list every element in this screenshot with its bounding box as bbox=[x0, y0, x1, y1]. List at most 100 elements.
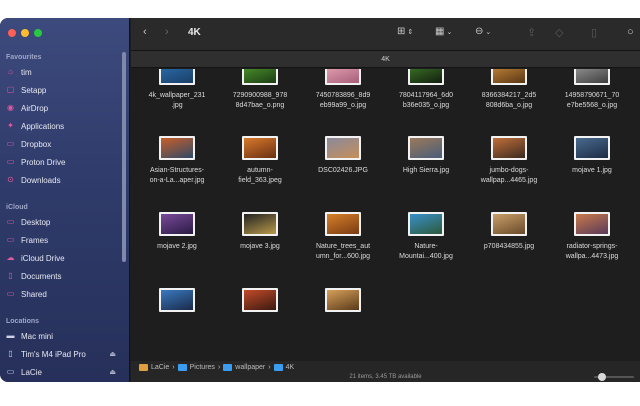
favourites-heading: Favourites bbox=[6, 54, 42, 61]
sidebar-item-icloud-drive[interactable]: ☁ iCloud Drive bbox=[6, 250, 124, 266]
file-item[interactable]: autumn- field_363.jpeg bbox=[224, 136, 296, 186]
drive-icon bbox=[139, 363, 148, 371]
sidebar-item-desktop[interactable]: ▭ Desktop bbox=[6, 214, 124, 230]
file-name: mojave 2.jpg bbox=[157, 243, 197, 250]
action-button[interactable]: ⊖ ⌄ bbox=[475, 26, 491, 37]
sidebar-item-downloads[interactable]: ⊙ Downloads bbox=[6, 172, 124, 188]
sidebar-item-documents[interactable]: ▯ Documents bbox=[6, 268, 124, 284]
document-icon: ▯ bbox=[8, 271, 13, 280]
file-thumbnail bbox=[159, 288, 195, 312]
file-item[interactable]: mojave 2.jpg bbox=[141, 212, 213, 252]
file-item[interactable]: High Sierra.jpg bbox=[390, 136, 462, 176]
sidebar-item-applications[interactable]: ✦ Applications bbox=[6, 118, 124, 134]
file-grid: 4k_wallpaper_231 .jpg 7290900988_978 8d47… bbox=[131, 69, 640, 361]
file-item[interactable]: radiator-springs- wallpa...4473.jpg bbox=[556, 212, 628, 262]
sidebar-item-tim[interactable]: ⌂ tim bbox=[6, 64, 124, 80]
file-item[interactable]: DSC02426.JPG bbox=[307, 136, 379, 176]
file-item[interactable]: 7290900988_978 8d47bae_o.png bbox=[224, 69, 296, 111]
path-segment[interactable]: Pictures bbox=[190, 364, 215, 371]
sidebar-item-lacie[interactable]: ▭ LaCie ⏏ bbox=[6, 364, 124, 380]
file-name: p708434855.jpg bbox=[483, 243, 535, 250]
path-segment[interactable]: LaCie bbox=[151, 364, 169, 371]
file-thumbnail bbox=[325, 69, 361, 85]
sidebar-item-airdrop[interactable]: ◉ AirDrop bbox=[6, 100, 124, 116]
file-item[interactable]: 14958790671_70 e7be5568_o.jpg bbox=[556, 69, 628, 111]
sidebar-item-mac-mini[interactable]: ▬ Mac mini bbox=[6, 328, 124, 344]
file-name: Nature- Mountai...400.jpg bbox=[399, 243, 453, 260]
chevron-right-icon: › bbox=[172, 363, 175, 371]
sidebar-item-dropbox[interactable]: ▭ Dropbox bbox=[6, 136, 124, 152]
file-thumbnail bbox=[242, 69, 278, 85]
desktop-icon: ▭ bbox=[6, 217, 15, 226]
path-bar: LaCie › Pictures › wallpaper › 4K bbox=[131, 361, 640, 373]
file-item[interactable]: 7450783896_8d9 eb99a99_o.jpg bbox=[307, 69, 379, 111]
file-item[interactable]: 8366384217_2d5 808d6ba_o.jpg bbox=[473, 69, 545, 111]
file-name: autumn- field_363.jpeg bbox=[238, 167, 282, 184]
file-name: Asian-Structures- on-a-La...aper.jpg bbox=[149, 167, 205, 184]
sidebar-item-label: tim bbox=[21, 67, 32, 77]
file-name: mojave 1.jpg bbox=[572, 167, 612, 174]
file-item[interactable] bbox=[141, 288, 213, 318]
sidebar-item-label: Tim's M4 iPad Pro bbox=[21, 349, 86, 359]
folder-icon: ▭ bbox=[6, 157, 15, 166]
view-mode-button[interactable]: ⊞ ⇕ bbox=[397, 26, 413, 37]
file-item[interactable]: mojave 1.jpg bbox=[556, 136, 628, 176]
sidebar-item-setapp[interactable]: ▢ Setapp bbox=[6, 82, 124, 98]
file-item[interactable]: p708434855.jpg bbox=[473, 212, 545, 252]
file-item[interactable]: Nature_trees_aut umn_for...600.jpg bbox=[307, 212, 379, 262]
sidebar-item-label: Documents bbox=[21, 271, 62, 281]
zoom-button[interactable] bbox=[34, 29, 42, 37]
sidebar-scrollbar[interactable] bbox=[122, 52, 126, 262]
file-item[interactable]: Asian-Structures- on-a-La...aper.jpg bbox=[141, 136, 213, 186]
path-segment[interactable]: wallpaper bbox=[235, 364, 265, 371]
icon-size-slider[interactable] bbox=[594, 373, 634, 381]
share-icon: ⇪ bbox=[527, 27, 537, 39]
tag-button[interactable]: ◇ bbox=[555, 26, 563, 39]
file-item[interactable] bbox=[307, 288, 379, 318]
file-thumbnail bbox=[242, 288, 278, 312]
file-item[interactable]: 7804117964_6d0 b36e035_o.jpg bbox=[390, 69, 462, 111]
sidebar-item-label: Applications bbox=[21, 121, 65, 131]
window-title: 4K bbox=[188, 27, 201, 38]
downloads-icon: ⊙ bbox=[7, 175, 14, 184]
group-button[interactable]: ▦ ⌄ bbox=[435, 26, 452, 37]
minimize-button[interactable] bbox=[21, 29, 29, 37]
slider-knob[interactable] bbox=[598, 373, 606, 381]
chevron-down-icon: ⌄ bbox=[485, 28, 492, 36]
file-item[interactable] bbox=[224, 288, 296, 318]
eject-icon[interactable]: ⏏ bbox=[109, 368, 116, 376]
file-item[interactable]: jumbo-dogs- wallpap...4465.jpg bbox=[473, 136, 545, 186]
close-button[interactable] bbox=[8, 29, 16, 37]
trash-button[interactable]: ▯ bbox=[591, 26, 597, 39]
file-thumbnail bbox=[242, 136, 278, 160]
file-item[interactable]: Nature- Mountai...400.jpg bbox=[390, 212, 462, 262]
path-segment[interactable]: 4K bbox=[286, 364, 295, 371]
sidebar-item-ipad[interactable]: ▯ Tim's M4 iPad Pro ⏏ bbox=[6, 346, 124, 362]
locations-heading: Locations bbox=[6, 318, 40, 325]
sidebar-item-proton-drive[interactable]: ▭ Proton Drive bbox=[6, 154, 124, 170]
file-thumbnail bbox=[159, 69, 195, 85]
search-button[interactable]: ○ bbox=[627, 26, 634, 38]
file-thumbnail bbox=[325, 288, 361, 312]
file-item[interactable]: mojave 3.jpg bbox=[224, 212, 296, 252]
sidebar-item-frames[interactable]: ▭ Frames bbox=[6, 232, 124, 248]
airdrop-icon: ◉ bbox=[7, 103, 14, 112]
folder-icon bbox=[273, 363, 283, 371]
share-button[interactable]: ⇪ bbox=[527, 26, 536, 39]
app-icon: ▢ bbox=[6, 85, 15, 94]
eject-icon[interactable]: ⏏ bbox=[109, 350, 116, 358]
file-item[interactable]: 4k_wallpaper_231 .jpg bbox=[141, 69, 213, 111]
file-name: mojave 3.jpg bbox=[240, 243, 280, 250]
sidebar-item-label: Mac mini bbox=[21, 331, 54, 341]
folder-icon: ▭ bbox=[6, 139, 15, 148]
file-thumbnail bbox=[408, 136, 444, 160]
computer-icon: ▬ bbox=[6, 331, 15, 340]
sidebar-item-shared[interactable]: ▭ Shared bbox=[6, 286, 124, 302]
file-thumbnail bbox=[574, 136, 610, 160]
back-button[interactable]: ‹ bbox=[143, 26, 147, 38]
file-name: 7450783896_8d9 eb99a99_o.jpg bbox=[315, 92, 371, 109]
forward-button[interactable]: › bbox=[165, 26, 169, 38]
status-bar: 21 items, 3.45 TB available bbox=[131, 373, 640, 382]
grid-icon: ⊞ bbox=[397, 26, 406, 37]
search-icon: ○ bbox=[627, 26, 634, 38]
